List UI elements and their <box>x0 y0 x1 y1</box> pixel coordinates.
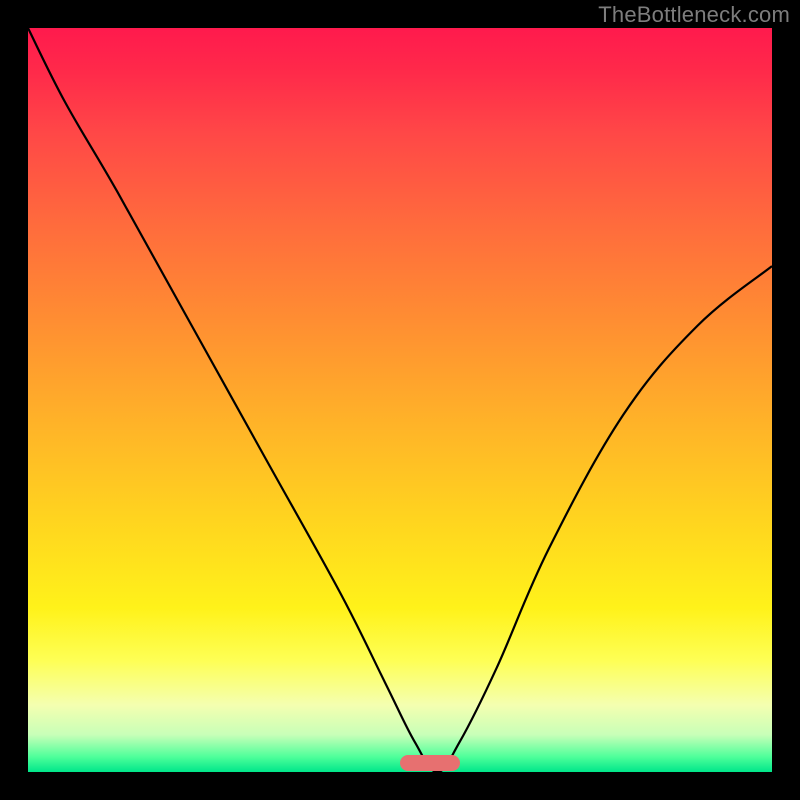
optimal-range-marker <box>400 755 460 771</box>
plot-area <box>28 28 772 772</box>
curve-svg <box>28 28 772 772</box>
bottleneck-curve <box>28 28 772 772</box>
chart-frame: TheBottleneck.com <box>0 0 800 800</box>
watermark-text: TheBottleneck.com <box>598 2 790 28</box>
